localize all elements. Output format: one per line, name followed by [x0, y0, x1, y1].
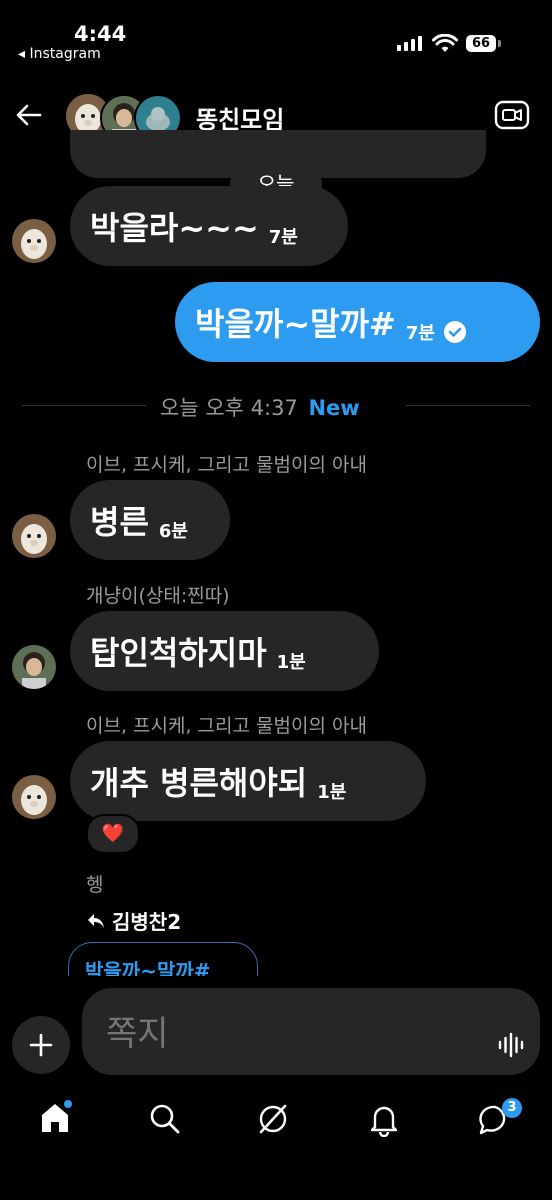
- divider-line-right: [406, 405, 530, 406]
- battery-level: 66: [466, 35, 496, 52]
- message-time: 1분: [276, 652, 306, 673]
- message-text: 개추 병른해야되: [90, 764, 308, 802]
- person-avatar-icon: [12, 645, 56, 689]
- sender-avatar[interactable]: [12, 645, 56, 689]
- voice-message-icon[interactable]: [497, 1032, 525, 1058]
- message-text: 탑인척하지마: [90, 634, 267, 672]
- back-to-app-link[interactable]: ◂ Instagram: [18, 46, 101, 62]
- wifi-icon: [432, 34, 458, 52]
- video-call-icon[interactable]: [494, 98, 530, 132]
- search-icon[interactable]: [147, 1101, 183, 1137]
- reply-to-name: 김병찬2: [112, 910, 182, 934]
- message-text: 병른: [90, 503, 149, 541]
- my-message-bubble[interactable]: 박을까~말까# 7분: [175, 282, 540, 362]
- new-messages-divider: 오늘 오후 4:37 New: [160, 392, 360, 422]
- message-bubble[interactable]: 탑인척하지마 1분: [70, 611, 379, 691]
- divider-line-left: [22, 405, 146, 406]
- bell-icon[interactable]: [366, 1101, 402, 1137]
- message-time: 7분: [405, 323, 435, 344]
- sender-avatar[interactable]: [12, 514, 56, 558]
- message-time: 6분: [158, 521, 188, 542]
- heart-reaction-icon: ❤️: [101, 823, 125, 844]
- sender-avatar[interactable]: [12, 219, 56, 263]
- home-notification-dot: [64, 1100, 72, 1108]
- reply-indicator: 김병찬2: [86, 906, 181, 935]
- sender-name: 헹: [86, 874, 104, 896]
- sender-name: 이브, 프시케, 그리고 물범이의 아내: [86, 715, 367, 737]
- sender-name: 이브, 프시케, 그리고 물범이의 아내: [86, 454, 367, 476]
- message-input[interactable]: [104, 1008, 488, 1060]
- sender-name: 개냥이(상태:찐따): [86, 585, 230, 607]
- seal-avatar-icon: [12, 219, 56, 263]
- quoted-text: 박을까~말까#: [85, 959, 211, 976]
- new-label: New: [308, 396, 360, 420]
- seen-check-icon: [443, 321, 466, 343]
- grok-icon[interactable]: [255, 1101, 291, 1137]
- back-arrow-icon[interactable]: [14, 100, 44, 130]
- status-time: 4:44: [74, 22, 127, 46]
- message-time: 7분: [268, 227, 298, 248]
- message-bubble[interactable]: 병른 6분: [70, 480, 230, 560]
- battery-tip: [498, 40, 501, 47]
- message-text: 박을라~~~: [90, 209, 259, 247]
- reply-arrow-icon: [88, 913, 104, 928]
- quoted-message[interactable]: 박을까~말까#: [68, 942, 258, 976]
- plus-icon: [29, 1033, 53, 1057]
- message-bubble[interactable]: 박을라~~~ 7분: [70, 186, 348, 266]
- sender-avatar[interactable]: [12, 775, 56, 819]
- message-text: 박을까~말까#: [195, 305, 396, 343]
- messages-badge: 3: [502, 1098, 522, 1118]
- add-attachment-button[interactable]: [12, 1016, 70, 1074]
- message-bubble[interactable]: 개추 병른해야되 1분: [70, 741, 426, 821]
- divider-label: 오늘 오후 4:37: [160, 396, 298, 420]
- signal-icon: [397, 36, 422, 51]
- reaction-badge[interactable]: ❤️: [86, 814, 140, 854]
- seal-avatar-icon: [12, 514, 56, 558]
- message-time: 1분: [317, 782, 347, 803]
- seal-avatar-icon: [12, 775, 56, 819]
